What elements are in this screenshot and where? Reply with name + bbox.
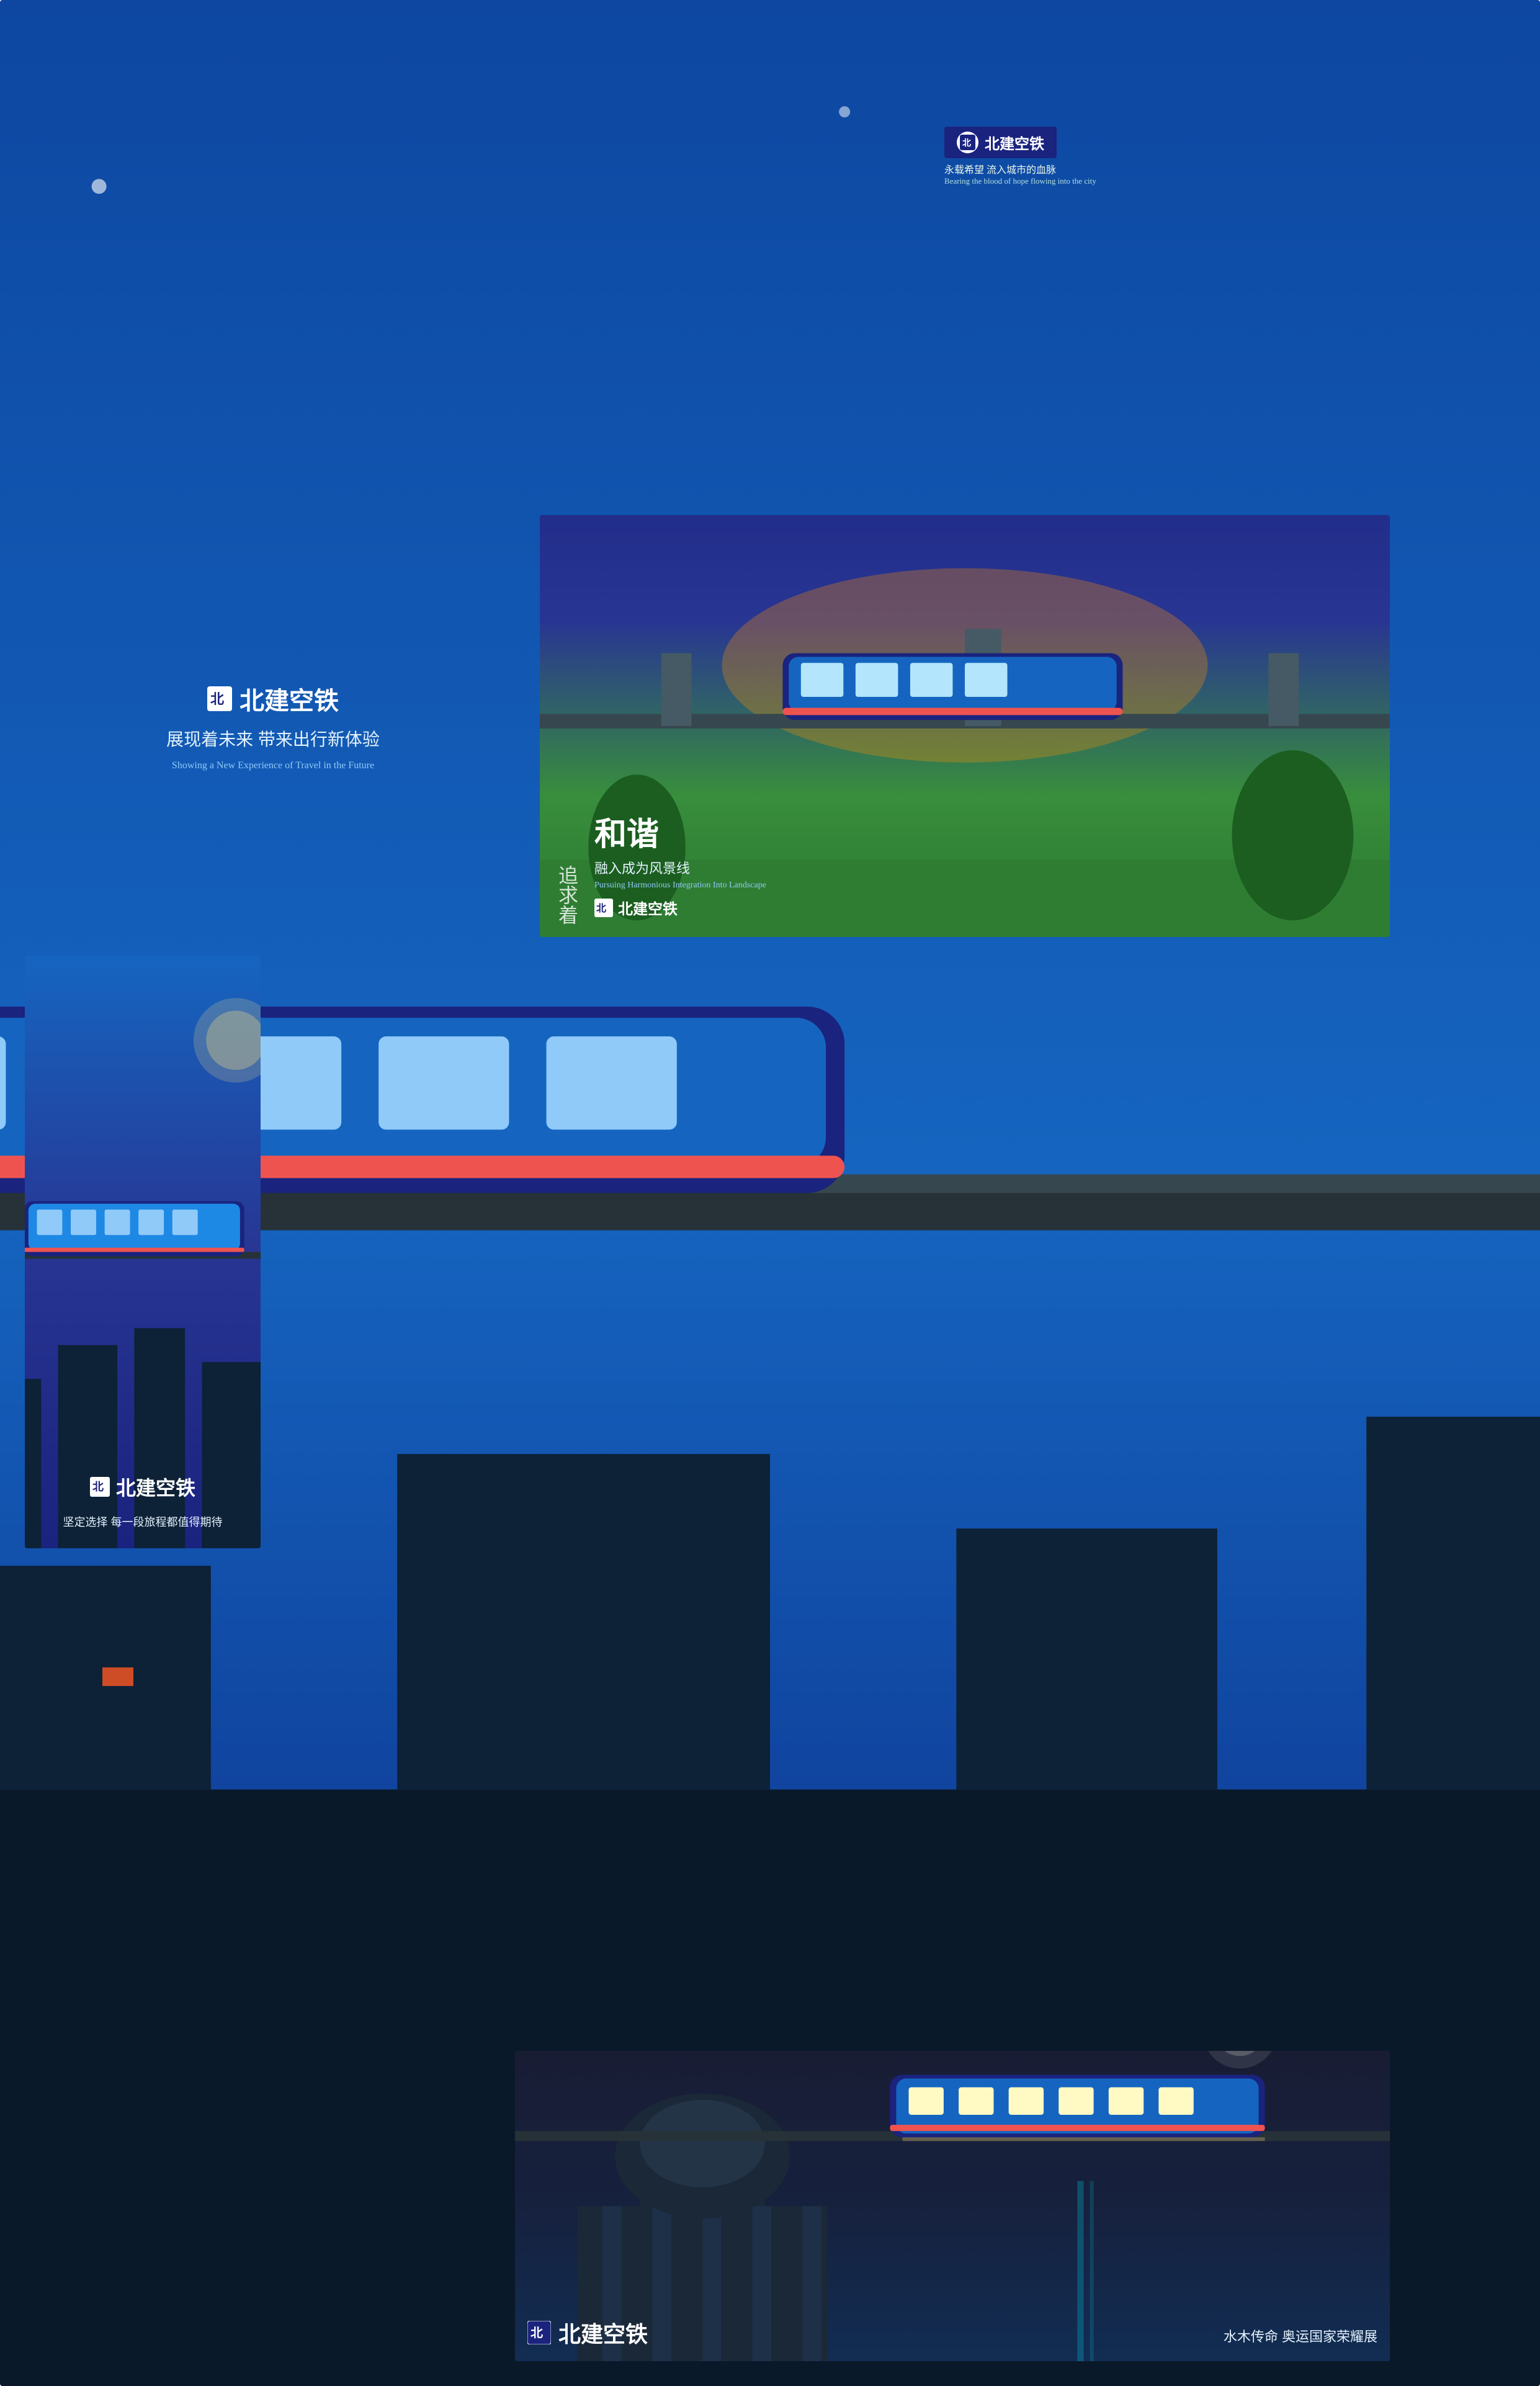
mobile-poster-col: 北 北建空铁 坚定选择 每一段旅程都值得期待 (25, 956, 261, 1548)
svg-text:北: 北 (92, 1481, 104, 1493)
monorail-en-slogan: Bearing the blood of hope flowing into t… (944, 176, 1096, 186)
main-content: B 标准色 辅助色 (0, 0, 1415, 2386)
harmony-title1: 追求着 (552, 865, 582, 925)
harmony-en: Pursuing Harmonious Integration Into Lan… (594, 881, 766, 890)
harmony-title2: 和谐 (594, 808, 766, 854)
svg-text:北: 北 (530, 2326, 543, 2340)
mobile-text: 坚定选择 每一段旅程都值得期待 (63, 1514, 223, 1530)
svg-text:北: 北 (210, 691, 224, 707)
blue-poster-brand: 北建空铁 (240, 681, 339, 717)
harmony-poster: 追求着 和谐 融入成为风景线 Pursuing Harmonious Integ… (540, 515, 1390, 937)
city-slogan: 水木传命 奥运国家荣耀展 (1224, 2326, 1377, 2346)
night-brand: 北建空铁 (558, 2316, 648, 2349)
page-container: B 标准色 辅助色 (0, 0, 1540, 2386)
blue-poster-tagline: 展现着未来 带来出行新体验 (166, 726, 380, 751)
monorail-slogan: 永载希望 流入城市的血脉 (944, 161, 1056, 176)
blue-poster: 北 北建空铁 展现着未来 带来出行新体验 Showing a New Exper… (25, 515, 521, 937)
monorail-logo: 北 北建空铁 (944, 127, 1057, 158)
landscape-poster: 追求着 和谐 融入成为风景线 Pursuing Harmonious Integ… (540, 515, 1390, 937)
svg-text:北: 北 (596, 903, 606, 914)
mobile-brand: 北建空铁 (116, 1473, 195, 1501)
middle-section: 北 北建空铁 展现着未来 带来出行新体验 Showing a New Exper… (25, 515, 1390, 937)
harmony-subtitle: 融入成为风景线 (594, 858, 766, 877)
mobile-poster: 北 北建空铁 坚定选择 每一段旅程都值得期待 (25, 956, 261, 1548)
blue-poster-en: Showing a New Experience of Travel in th… (172, 760, 374, 771)
svg-text:北: 北 (962, 138, 971, 148)
night-scene-poster: 北 北建空铁 水木传命 奥运国家荣耀展 (515, 2051, 1390, 2361)
harmony-brand: 北建空铁 (618, 897, 678, 918)
